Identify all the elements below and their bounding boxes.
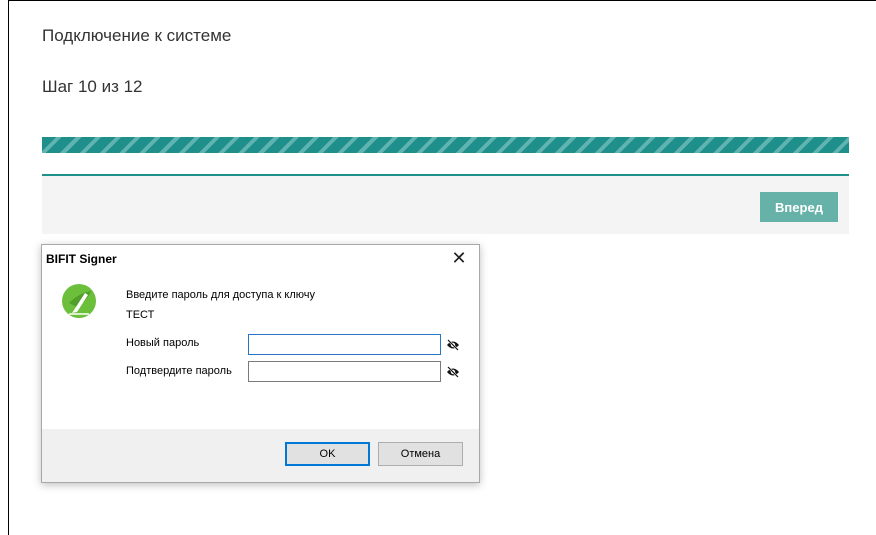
new-password-label: Новый пароль [126, 337, 200, 349]
progress-bar [42, 137, 849, 153]
page-footer: Вперед [42, 176, 849, 234]
password-dialog: BIFIT Signer ✕ Введите пароль для доступ… [41, 244, 480, 483]
close-icon[interactable]: ✕ [449, 247, 469, 269]
cancel-button[interactable]: Отмена [378, 442, 463, 466]
new-password-input[interactable] [248, 334, 441, 355]
next-button[interactable]: Вперед [760, 192, 838, 222]
confirm-password-label: Подтвердите пароль [126, 365, 232, 377]
progress-fill [42, 137, 712, 153]
dialog-title: BIFIT Signer [46, 252, 117, 266]
prompt-text: Введите пароль для доступа к ключу [126, 289, 315, 301]
pen-nib-logo-icon [61, 283, 97, 319]
eye-slash-icon[interactable] [446, 365, 460, 378]
eye-slash-icon[interactable] [446, 338, 460, 351]
step-indicator: Шаг 10 из 12 [42, 77, 143, 96]
confirm-password-input[interactable] [248, 361, 441, 382]
ok-button[interactable]: OK [285, 442, 370, 466]
page-title: Подключение к системе [42, 26, 232, 45]
key-name: ТЕСТ [126, 309, 155, 321]
dialog-footer: OK Отмена [42, 429, 479, 482]
